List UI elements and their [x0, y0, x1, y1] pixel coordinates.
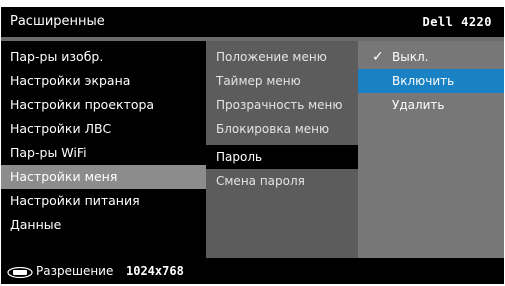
submenu-item-menu-transparency[interactable]: Прозрачность меню	[206, 93, 358, 117]
resolution-value: 1024x768	[126, 264, 184, 278]
osd-header: Расширенные Dell 4220	[1, 7, 504, 37]
menu-item-image-settings[interactable]: Пар-ры изобр.	[1, 45, 206, 69]
menu-item-menu-settings[interactable]: Настройки меня	[1, 165, 206, 189]
menu-title: Расширенные	[10, 14, 105, 29]
submenu: Положение меню Таймер меню Прозрачность …	[206, 41, 358, 258]
option-delete[interactable]: Удалить	[358, 93, 504, 117]
resolution-label: Разрешение	[36, 264, 114, 278]
main-menu: Пар-ры изобр. Настройки экрана Настройки…	[1, 41, 206, 258]
menu-item-information[interactable]: Данные	[1, 213, 206, 237]
submenu-item-password[interactable]: Пароль	[206, 145, 358, 169]
menu-item-projector-settings[interactable]: Настройки проектора	[1, 93, 206, 117]
menu-item-lan-settings[interactable]: Настройки ЛВС	[1, 117, 206, 141]
projector-osd: Расширенные Dell 4220 Пар-ры изобр. Наст…	[1, 7, 504, 284]
option-off-label: Выкл.	[392, 50, 429, 64]
option-on[interactable]: Включить	[358, 69, 504, 93]
model-name: Dell 4220	[422, 15, 492, 29]
options-panel: ✓ Выкл. Включить Удалить	[358, 41, 504, 258]
option-off[interactable]: ✓ Выкл.	[358, 45, 504, 69]
menu-item-power-settings[interactable]: Настройки питания	[1, 189, 206, 213]
submenu-item-menu-timeout[interactable]: Таймер меню	[206, 69, 358, 93]
checkmark-icon: ✓	[372, 49, 384, 65]
osd-footer: Разрешение 1024x768	[1, 258, 504, 284]
submenu-item-menu-position[interactable]: Положение меню	[206, 45, 358, 69]
menu-item-display-settings[interactable]: Настройки экрана	[1, 69, 206, 93]
submenu-item-change-password[interactable]: Смена пароля	[206, 169, 358, 193]
menu-item-wifi-settings[interactable]: Пар-ры WiFi	[1, 141, 206, 165]
submenu-item-menu-lock[interactable]: Блокировка меню	[206, 117, 358, 141]
display-icon	[7, 267, 33, 278]
